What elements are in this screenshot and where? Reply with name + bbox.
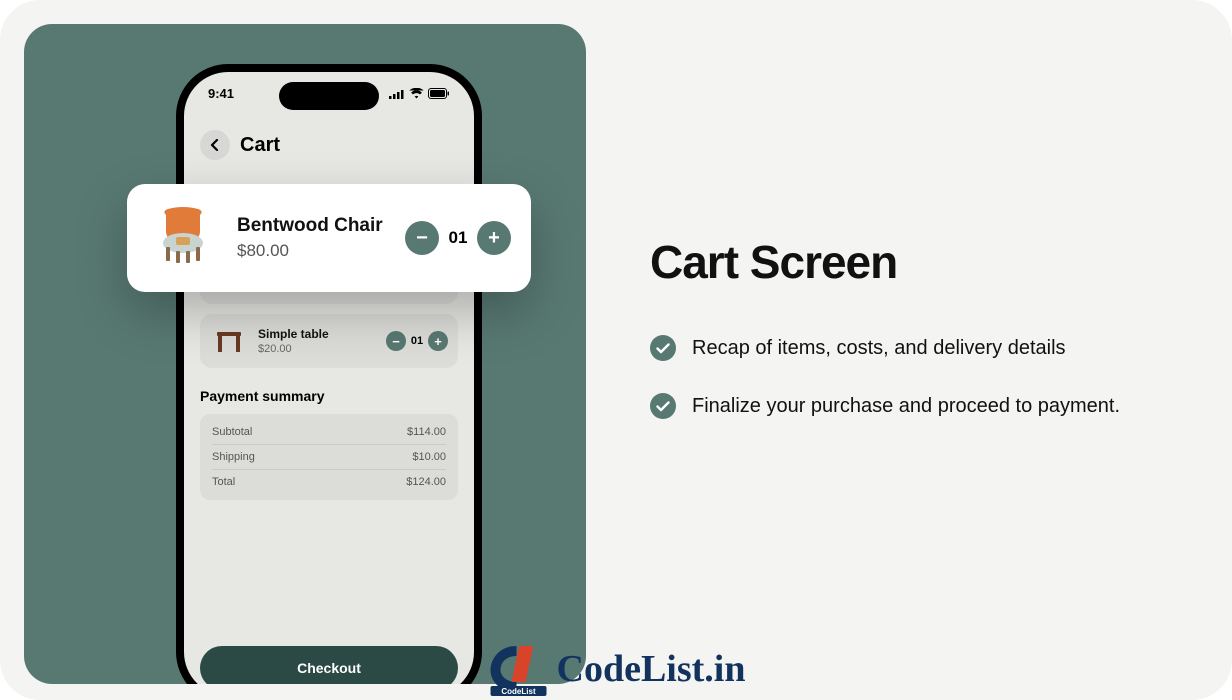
check-icon	[650, 393, 676, 419]
item-thumbnail	[147, 202, 219, 274]
slide-title: Cart Screen	[650, 235, 1180, 289]
bullet-item: Finalize your purchase and proceed to pa…	[650, 391, 1180, 421]
featured-cart-item: Bentwood Chair $80.00 − 01 +	[127, 184, 531, 292]
svg-text:CodeList: CodeList	[501, 687, 536, 696]
increment-button[interactable]: +	[477, 221, 511, 255]
table-icon	[212, 324, 246, 358]
item-info: Bentwood Chair $80.00	[237, 215, 387, 261]
right-content: Cart Screen Recap of items, costs, and d…	[650, 235, 1180, 421]
left-panel: 9:41 Cart	[24, 24, 586, 684]
checkout-button[interactable]: Checkout	[200, 646, 458, 684]
decrement-button[interactable]: −	[405, 221, 439, 255]
brand-watermark: CodeList CodeList.in	[487, 640, 746, 698]
summary-value: $10.00	[412, 451, 446, 463]
item-info: Simple table $20.00	[258, 327, 376, 355]
cart-item[interactable]: Simple table $20.00 − 01 +	[200, 314, 458, 368]
item-price: $20.00	[258, 343, 376, 355]
chevron-left-icon	[210, 139, 220, 151]
quantity-stepper: − 01 +	[405, 221, 511, 255]
back-button[interactable]	[200, 130, 230, 160]
item-price: $80.00	[237, 241, 387, 261]
summary-row: Subtotal $114.00	[212, 420, 446, 444]
bullet-list: Recap of items, costs, and delivery deta…	[650, 333, 1180, 421]
phone-screen: 9:41 Cart	[184, 72, 474, 684]
summary-box: Subtotal $114.00 Shipping $10.00 Total $…	[200, 414, 458, 500]
decrement-button[interactable]: −	[386, 331, 406, 351]
summary-title: Payment summary	[200, 388, 458, 404]
item-name: Bentwood Chair	[237, 215, 387, 237]
bullet-item: Recap of items, costs, and delivery deta…	[650, 333, 1180, 363]
dynamic-island	[279, 82, 379, 110]
brand-name: CodeList.in	[557, 647, 746, 691]
increment-button[interactable]: +	[428, 331, 448, 351]
battery-icon	[428, 88, 450, 99]
brand-logo: CodeList	[487, 640, 551, 698]
quantity-value: 01	[447, 228, 469, 248]
chair-icon	[148, 203, 218, 273]
item-name: Simple table	[258, 327, 376, 341]
status-time: 9:41	[208, 86, 234, 101]
bullet-text: Recap of items, costs, and delivery deta…	[692, 333, 1066, 363]
summary-label: Total	[212, 476, 235, 488]
summary-value: $124.00	[406, 476, 446, 488]
check-icon	[650, 335, 676, 361]
item-thumbnail	[210, 322, 248, 360]
page-title: Cart	[240, 134, 280, 157]
status-icons	[389, 86, 450, 101]
slide-canvas: 9:41 Cart	[0, 0, 1232, 700]
summary-label: Shipping	[212, 451, 255, 463]
quantity-value: 01	[410, 335, 424, 347]
quantity-stepper: − 01 +	[386, 331, 448, 351]
summary-row: Shipping $10.00	[212, 444, 446, 469]
bullet-text: Finalize your purchase and proceed to pa…	[692, 391, 1120, 421]
signal-icon	[389, 89, 405, 99]
summary-label: Subtotal	[212, 426, 252, 438]
summary-value: $114.00	[407, 426, 446, 438]
wifi-icon	[409, 88, 424, 99]
screen-header: Cart	[200, 130, 458, 160]
phone-frame: 9:41 Cart	[176, 64, 482, 684]
summary-row: Total $124.00	[212, 469, 446, 494]
